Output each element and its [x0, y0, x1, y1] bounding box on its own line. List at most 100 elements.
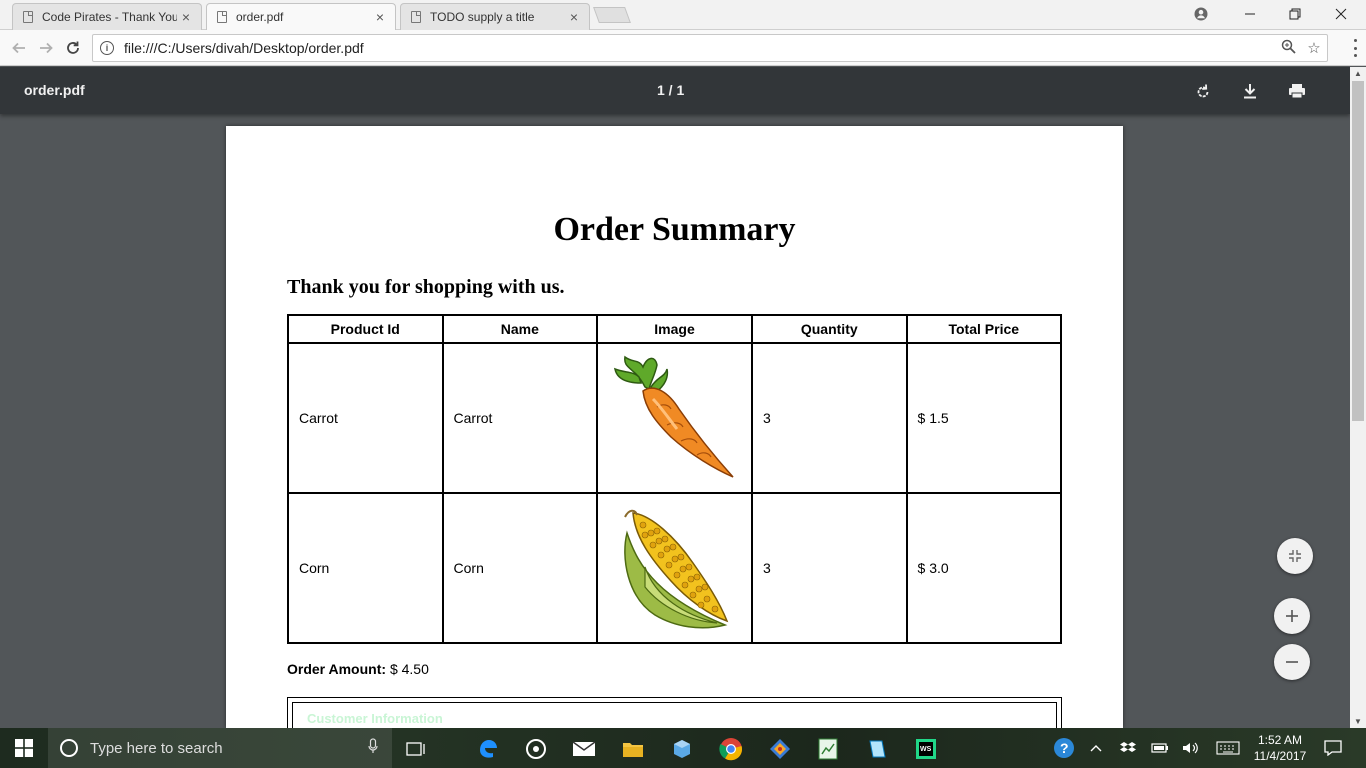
fit-to-page-button[interactable] [1277, 538, 1313, 574]
taskbar-search[interactable]: Type here to search [48, 728, 392, 768]
total-price-cell: $ 1.5 [905, 342, 1063, 494]
tab-code-pirates[interactable]: Code Pirates - Thank You × [12, 3, 202, 30]
table-row: Carrot Carrot 3 $ 1.5 [287, 342, 1063, 494]
order-amount: Order Amount: $ 4.50 [287, 661, 429, 677]
order-amount-value: $ 4.50 [389, 661, 429, 677]
pdf-page: Order Summary Thank you for shopping wit… [226, 126, 1123, 728]
vertical-scrollbar[interactable]: ▲ ▼ [1350, 67, 1366, 728]
microphone-icon[interactable] [368, 738, 378, 758]
search-placeholder[interactable]: Type here to search [90, 740, 368, 757]
webstorm-icon[interactable]: WS [906, 733, 946, 765]
table-header-row: Product Id Name Image Quantity Total Pri… [287, 314, 1063, 344]
back-arrow-icon[interactable] [6, 35, 32, 61]
bookmark-star-icon[interactable]: ☆ [1301, 39, 1327, 57]
chrome-icon[interactable] [711, 733, 751, 765]
address-bar[interactable]: i file:///C:/Users/divah/Desktop/order.p… [92, 34, 1328, 62]
customer-info-box: Customer Information [287, 697, 1062, 728]
mail-icon[interactable] [564, 733, 604, 765]
show-hidden-icons-chevron[interactable] [1086, 728, 1106, 768]
plus-icon [1286, 610, 1298, 622]
restore-icon[interactable] [1272, 0, 1318, 28]
close-tab-icon[interactable]: × [177, 9, 195, 25]
column-header: Total Price [905, 314, 1063, 344]
svg-text:?: ? [1060, 740, 1069, 756]
scroll-up-icon[interactable]: ▲ [1350, 69, 1366, 78]
product-id-cell: Carrot [287, 342, 444, 494]
battery-icon[interactable] [1150, 728, 1170, 768]
table-row: Corn Corn 3 $ 3.0 [287, 492, 1063, 644]
column-header: Image [596, 314, 753, 344]
document-icon [23, 11, 33, 23]
tab-title: Code Pirates - Thank You [42, 10, 177, 24]
system-clock[interactable]: 1:52 AM 11/4/2017 [1244, 732, 1316, 764]
document-icon [411, 11, 421, 23]
action-center-icon[interactable] [1322, 728, 1344, 768]
start-button[interactable] [0, 728, 48, 768]
column-header: Product Id [287, 314, 444, 344]
name-cell: Carrot [441, 342, 599, 494]
quantity-cell: 3 [750, 342, 908, 494]
site-info-icon[interactable]: i [100, 41, 114, 55]
clock-date: 11/4/2017 [1253, 749, 1307, 763]
file-explorer-icon[interactable] [613, 733, 653, 765]
fit-page-icon [1289, 550, 1301, 562]
dropbox-icon[interactable] [1118, 728, 1138, 768]
edge-icon[interactable] [468, 733, 508, 765]
minimize-icon[interactable] [1227, 0, 1273, 28]
scroll-down-icon[interactable]: ▼ [1350, 717, 1366, 726]
git-client-icon[interactable] [760, 733, 800, 765]
customer-info-label: Customer Information [307, 711, 443, 726]
notes-app-icon[interactable] [857, 733, 897, 765]
name-cell: Corn [441, 492, 599, 644]
spreadsheet-app-icon[interactable] [808, 733, 848, 765]
forward-arrow-icon[interactable] [33, 35, 59, 61]
taskbar: Type here to search WS ? 1:52 AM 11/4/20… [0, 728, 1366, 768]
page-indicator: 1 / 1 [657, 82, 685, 98]
zoom-out-button[interactable] [1274, 644, 1310, 680]
carrot-image [596, 342, 753, 494]
groove-music-icon[interactable] [516, 733, 556, 765]
help-icon[interactable]: ? [1050, 728, 1078, 768]
tab-todo[interactable]: TODO supply a title × [400, 3, 590, 30]
product-id-cell: Corn [287, 492, 444, 644]
browser-menu-icon[interactable] [1354, 39, 1358, 57]
zoom-in-button[interactable] [1274, 598, 1310, 634]
order-amount-label: Order Amount: [287, 661, 387, 677]
close-tab-icon[interactable]: × [371, 9, 389, 25]
close-tab-icon[interactable]: × [565, 9, 583, 25]
scrollbar-thumb[interactable] [1352, 81, 1364, 421]
profile-icon[interactable] [1178, 0, 1224, 28]
pdf-toolbar: order.pdf 1 / 1 [0, 67, 1350, 114]
pdf-filename: order.pdf [24, 82, 85, 98]
tab-order-pdf[interactable]: order.pdf × [206, 3, 396, 30]
minus-icon [1286, 661, 1298, 663]
new-tab-button[interactable] [593, 7, 631, 23]
task-view-icon[interactable] [396, 733, 436, 765]
tab-strip: Code Pirates - Thank You × order.pdf × T… [0, 0, 1366, 30]
keyboard-icon[interactable] [1214, 728, 1242, 768]
3d-builder-icon[interactable] [662, 733, 702, 765]
zoom-icon[interactable] [1275, 39, 1301, 58]
rotate-icon[interactable] [1190, 78, 1216, 104]
browser-toolbar: i file:///C:/Users/divah/Desktop/order.p… [0, 30, 1366, 66]
tab-title: order.pdf [236, 10, 284, 24]
customer-info-inner-border: Customer Information [292, 702, 1057, 728]
corn-image [596, 492, 753, 644]
download-icon[interactable] [1237, 78, 1263, 104]
print-icon[interactable] [1284, 78, 1310, 104]
close-window-icon[interactable] [1318, 0, 1364, 28]
svg-text:WS: WS [920, 746, 932, 753]
cortana-icon [60, 739, 78, 757]
clock-time: 1:52 AM [1257, 733, 1303, 747]
thank-you-message: Thank you for shopping with us. [287, 276, 565, 298]
document-icon [217, 11, 227, 23]
url-text[interactable]: file:///C:/Users/divah/Desktop/order.pdf [124, 40, 1275, 56]
reload-icon[interactable] [60, 35, 86, 61]
total-price-cell: $ 3.0 [905, 492, 1063, 644]
page-title: Order Summary [553, 211, 796, 248]
column-header: Name [441, 314, 599, 344]
volume-icon[interactable] [1180, 728, 1202, 768]
windows-logo-icon [15, 739, 33, 757]
column-header: Quantity [750, 314, 908, 344]
order-table: Product Id Name Image Quantity Total Pri… [287, 314, 1063, 644]
